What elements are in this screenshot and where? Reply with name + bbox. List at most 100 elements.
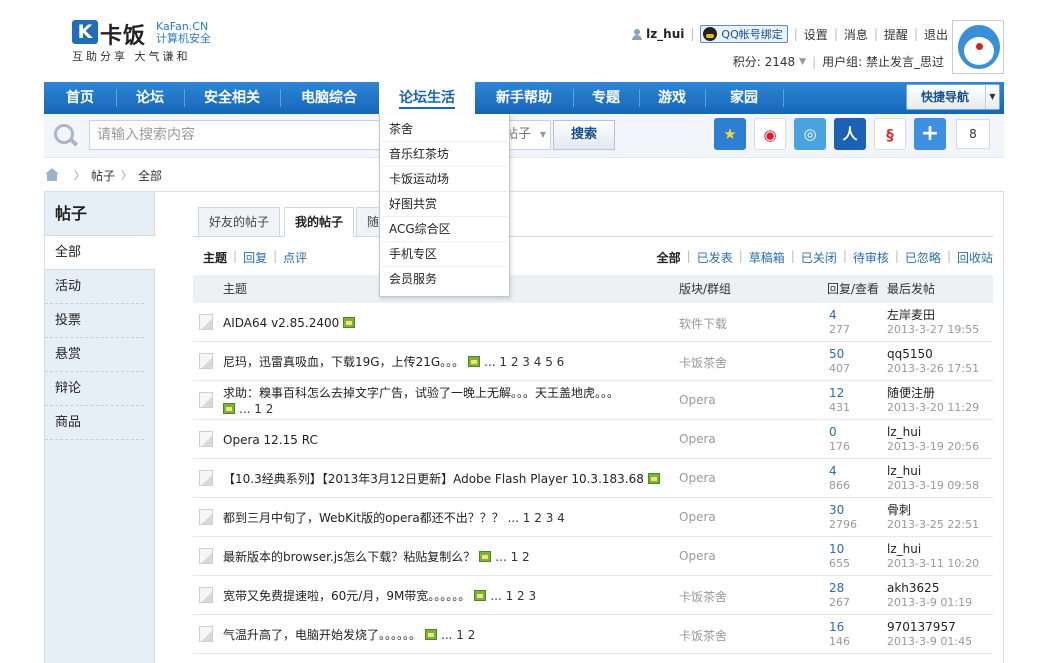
settings-link[interactable]: 设置 <box>804 26 828 43</box>
nav-computer[interactable]: 电脑综合 <box>280 82 378 114</box>
sidebar-item-reward[interactable]: 悬赏 <box>45 338 144 372</box>
chevron-down-icon[interactable]: ▼ <box>799 57 806 67</box>
reply-count[interactable]: 4 <box>829 464 837 478</box>
tencent-weibo-icon[interactable]: ◎ <box>794 118 826 150</box>
thread-pages[interactable]: ... 1 2 3 4 <box>508 511 565 525</box>
filter-pending[interactable]: 待审核 <box>853 249 889 266</box>
thread-board[interactable]: Opera <box>679 510 716 524</box>
thread-board[interactable]: 软件下载 <box>679 315 727 332</box>
last-poster-link[interactable]: lz_hui <box>887 542 921 556</box>
menu-item-sports[interactable]: 卡饭运动场 <box>382 167 507 192</box>
filter-closed[interactable]: 已关闭 <box>801 249 837 266</box>
quick-nav-button[interactable]: 快捷导航 ▼ <box>906 84 1000 110</box>
last-poster-link[interactable]: 左岸麦田 <box>887 308 935 322</box>
nav-newbie[interactable]: 新手帮助 <box>475 82 573 114</box>
reply-count[interactable]: 10 <box>829 542 844 556</box>
thread-title-link[interactable]: 宽带又免费提速啦，60元/月，9M带宽。。。。。。 <box>223 589 470 603</box>
filter-threads[interactable]: 主题 <box>203 249 227 266</box>
sidebar-item-poll[interactable]: 投票 <box>45 304 144 338</box>
thread-board[interactable]: 卡饭茶舍 <box>679 627 727 644</box>
home-icon[interactable] <box>44 168 60 182</box>
logout-link[interactable]: 退出 <box>924 26 948 43</box>
thread-title-link[interactable]: AIDA64 v2.85.2400 <box>223 316 339 330</box>
nav-topics[interactable]: 专题 <box>573 82 639 114</box>
last-post-time[interactable]: 2013-3-20 11:29 <box>887 401 979 414</box>
filter-replies[interactable]: 回复 <box>243 249 267 266</box>
points-link[interactable]: 积分: 2148 <box>733 53 795 70</box>
thread-title-link[interactable]: 最新版本的browser.js怎么下载？粘贴复制么？ <box>223 550 475 564</box>
avatar[interactable] <box>952 20 1004 74</box>
search-button[interactable]: 搜索 <box>553 120 615 150</box>
menu-item-acg[interactable]: ACG综合区 <box>382 217 507 242</box>
last-poster-link[interactable]: 骨刺 <box>887 503 911 517</box>
notices-link[interactable]: 提醒 <box>884 26 908 43</box>
thread-title-link[interactable]: 尼玛，迅雷真吸血，下载19G，上传21G。。。 <box>223 355 464 369</box>
last-poster-link[interactable]: 970137957 <box>887 620 956 634</box>
last-poster-link[interactable]: lz_hui <box>887 464 921 478</box>
thread-board[interactable]: 卡饭茶舍 <box>679 588 727 605</box>
reply-count[interactable]: 0 <box>829 425 837 439</box>
thread-pages[interactable]: ... 1 2 3 <box>490 589 536 603</box>
last-post-time[interactable]: 2013-3-11 10:20 <box>887 557 979 570</box>
thread-pages[interactable]: ... 1 2 <box>239 402 273 416</box>
thread-board[interactable]: Opera <box>679 432 716 446</box>
filter-all[interactable]: 全部 <box>657 249 681 266</box>
last-post-time[interactable]: 2013-3-19 20:56 <box>887 440 979 453</box>
sidebar-item-debate[interactable]: 辩论 <box>45 372 144 406</box>
tab-friends-posts[interactable]: 好友的帖子 <box>198 207 281 237</box>
filter-ignored[interactable]: 已忽略 <box>905 249 941 266</box>
nav-security[interactable]: 安全相关 <box>184 82 280 114</box>
nav-life[interactable]: 论坛生活 <box>379 82 475 114</box>
thread-board[interactable]: Opera <box>679 471 716 485</box>
thread-board[interactable]: 卡饭茶舍 <box>679 354 727 371</box>
menu-item-tea[interactable]: 茶舍 <box>382 117 507 142</box>
weibo-icon[interactable]: ◉ <box>754 118 786 150</box>
thread-pages[interactable]: ... 1 2 <box>495 550 529 564</box>
qq-bind-button[interactable]: QQ帐号绑定 <box>700 25 788 43</box>
thread-title-link[interactable]: 【10.3经典系列】【2013年3月12日更新】Adobe Flash Play… <box>223 472 644 486</box>
filter-comments[interactable]: 点评 <box>283 249 307 266</box>
thread-board[interactable]: Opera <box>679 549 716 563</box>
thread-title-link[interactable]: Opera 12.15 RC <box>223 433 318 447</box>
site-logo[interactable]: K 卡饭 KaFan.CN 计算机安全 互助分享 大气谦和 <box>72 18 222 63</box>
username-link[interactable]: lz_hui <box>646 27 684 41</box>
plus-icon[interactable]: + <box>914 118 946 150</box>
nav-games[interactable]: 游戏 <box>639 82 705 114</box>
reply-count[interactable]: 12 <box>829 386 844 400</box>
sidebar-item-all[interactable]: 全部 <box>45 236 155 270</box>
sidebar-item-goods[interactable]: 商品 <box>45 406 144 440</box>
renren-icon[interactable]: 人 <box>834 118 866 150</box>
netease-icon[interactable]: § <box>874 118 906 150</box>
last-post-time[interactable]: 2013-3-9 01:45 <box>887 635 972 648</box>
last-poster-link[interactable]: qq5150 <box>887 347 933 361</box>
reply-count[interactable]: 28 <box>829 581 844 595</box>
messages-link[interactable]: 消息 <box>844 26 868 43</box>
filter-recycle[interactable]: 回收站 <box>957 249 993 266</box>
tab-my-posts[interactable]: 我的帖子 <box>284 207 355 237</box>
reply-count[interactable]: 16 <box>829 620 844 634</box>
filter-published[interactable]: 已发表 <box>697 249 733 266</box>
menu-item-music[interactable]: 音乐红茶坊 <box>382 142 507 167</box>
thread-pages[interactable]: ... 1 2 3 4 5 6 <box>484 355 564 369</box>
last-post-time[interactable]: 2013-3-9 01:19 <box>887 596 972 609</box>
last-poster-link[interactable]: akh3625 <box>887 581 939 595</box>
menu-item-mobile[interactable]: 手机专区 <box>382 242 507 267</box>
menu-item-member[interactable]: 会员服务 <box>382 267 507 292</box>
thread-title-link[interactable]: 求助：糗事百科怎么去掉文字广告，试验了一晚上无解。。。天王盖地虎。。。 <box>223 386 619 400</box>
qzone-icon[interactable]: ★ <box>714 118 746 150</box>
thread-board[interactable]: Opera <box>679 393 716 407</box>
last-post-time[interactable]: 2013-3-19 09:58 <box>887 479 979 492</box>
thread-title-link[interactable]: 都到三月中旬了，WebKit版的opera都还不出？？？ <box>223 511 504 525</box>
usergroup-link[interactable]: 用户组: 禁止发言_思过 <box>822 53 944 70</box>
last-post-time[interactable]: 2013-3-27 19:55 <box>887 323 979 336</box>
sidebar-item-activity[interactable]: 活动 <box>45 270 144 304</box>
thread-pages[interactable]: ... 1 2 <box>441 628 475 642</box>
nav-home[interactable]: 首页 <box>44 82 116 114</box>
reply-count[interactable]: 30 <box>829 503 844 517</box>
last-post-time[interactable]: 2013-3-25 22:51 <box>887 518 979 531</box>
reply-count[interactable]: 4 <box>829 308 837 322</box>
last-post-time[interactable]: 2013-3-26 17:51 <box>887 362 979 375</box>
filter-drafts[interactable]: 草稿箱 <box>749 249 785 266</box>
reply-count[interactable]: 50 <box>829 347 844 361</box>
nav-forum[interactable]: 论坛 <box>116 82 184 114</box>
